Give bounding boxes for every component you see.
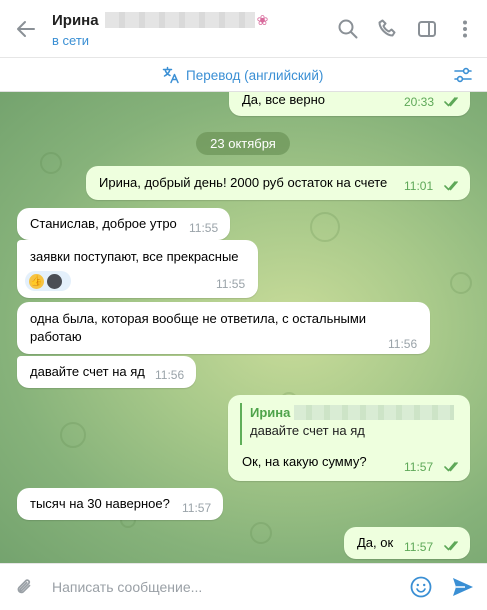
message-incoming[interactable]: давайте счет на яд 11:56 [17,356,196,388]
contact-name: Ирина [52,11,99,29]
more-icon[interactable] [453,17,477,41]
message-time: 20:33 [404,95,435,109]
message-input[interactable] [52,576,392,598]
message-time: 11:56 [388,337,418,351]
message-text: тысяч на 30 наверное? [30,496,170,511]
translate-label: Перевод (английский) [186,67,324,83]
message-incoming[interactable]: Станислав, доброе утро 11:55 [17,208,230,240]
reply-text: давайте счет на яд [250,423,365,438]
read-check-icon [444,97,458,107]
reaction-badge[interactable]: 👍 [25,271,71,291]
thumbs-up-icon: 👍 [29,273,44,289]
message-text: Ок, на какую сумму? [242,454,367,469]
reply-quote[interactable]: Ирина давайте счет на яд [240,403,456,445]
doodle-pattern [450,272,472,294]
message-time: 11:56 [155,368,185,382]
message-outgoing[interactable]: Ирина давайте счет на яд Ок, на какую су… [228,395,470,481]
translate-bar: Перевод (английский) [0,58,487,92]
translate-icon [162,66,179,84]
message-outgoing[interactable]: Да, все верно 20:33 [229,92,470,116]
message-text: Станислав, доброе утро [30,216,177,231]
message-incoming[interactable]: заявки поступают, все прекрасные 👍 11:55 [17,240,258,298]
message-text: заявки поступают, все прекрасные [30,249,239,264]
emoji-icon[interactable] [409,575,433,599]
message-outgoing[interactable]: Ирина, добрый день! 2000 руб остаток на … [86,166,470,200]
composer-bar [0,563,487,610]
back-arrow-icon[interactable] [14,17,38,41]
redacted-surname [104,12,255,28]
message-time: 11:57 [182,501,212,515]
chat-header: Ирина ❀ в сети [0,0,487,58]
message-text: Ирина, добрый день! 2000 руб остаток на … [99,175,388,190]
message-time: 11:01 [404,179,434,193]
message-time: 11:55 [216,277,246,291]
contact-info[interactable]: Ирина ❀ в сети [52,10,269,49]
settings-sliders-icon[interactable] [452,64,474,86]
date-separator: 23 октября [196,132,290,155]
message-time: 11:57 [404,540,434,554]
read-check-icon [444,181,458,191]
message-text: Да, ок [357,535,394,550]
message-incoming[interactable]: одна была, которая вообще не ответила, с… [17,302,430,354]
online-status: в сети [52,33,90,48]
message-text: одна была, которая вообще не ответила, с… [30,311,367,344]
read-check-icon [444,541,458,551]
translate-button[interactable]: Перевод (английский) [162,66,323,84]
doodle-pattern [310,212,340,242]
doodle-pattern [60,422,86,448]
message-time: 11:57 [404,460,434,474]
search-icon[interactable] [336,17,360,41]
reactor-avatar [47,273,62,289]
message-text: давайте счет на яд [30,364,145,379]
sidebar-icon[interactable] [415,17,439,41]
paperclip-icon[interactable] [14,576,36,598]
message-time: 11:55 [189,221,219,235]
read-check-icon [444,462,458,472]
reply-author: Ирина [250,404,291,420]
brain-emoji-icon: ❀ [256,11,269,28]
message-incoming[interactable]: тысяч на 30 наверное? 11:57 [17,488,223,520]
message-text: Да, все верно [242,92,325,107]
doodle-pattern [250,522,272,544]
doodle-pattern [40,152,62,174]
chat-area[interactable]: Да, все верно 20:33 23 октября Ирина, до… [0,92,487,563]
send-icon[interactable] [450,575,476,599]
message-outgoing[interactable]: Да, ок 11:57 [344,527,470,559]
redacted-surname [294,405,455,420]
phone-icon[interactable] [376,17,400,41]
